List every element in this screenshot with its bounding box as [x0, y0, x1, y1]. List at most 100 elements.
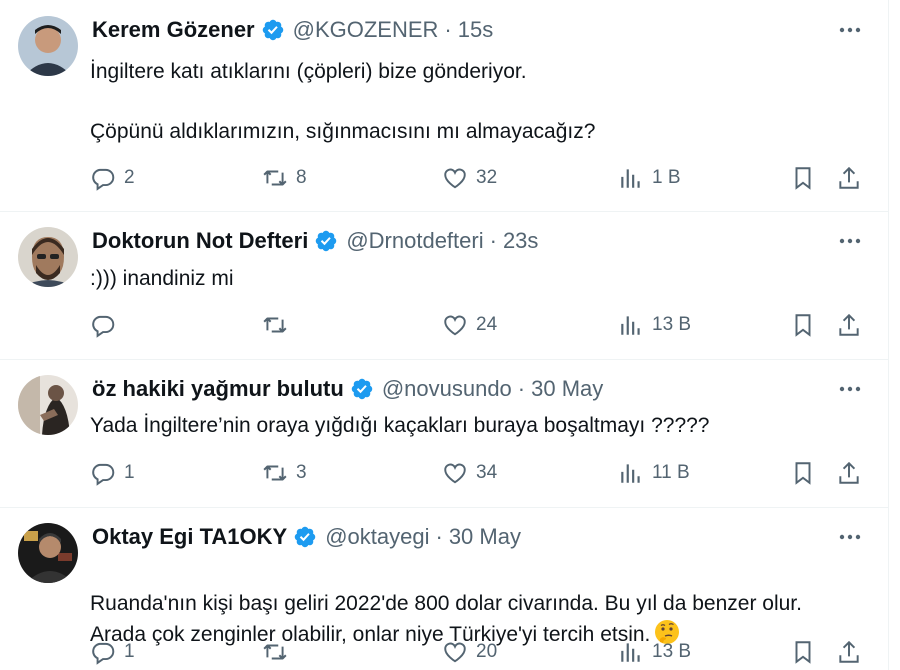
views-chart-icon	[621, 643, 640, 662]
like-count: 24	[476, 314, 498, 335]
author-name[interactable]: Kerem Gözener	[92, 17, 255, 43]
reply-icon	[92, 315, 115, 338]
bookmark-button[interactable]	[790, 310, 816, 340]
verified-badge-icon	[262, 19, 283, 41]
timestamp[interactable]: 23s	[503, 228, 538, 254]
retweet-button[interactable]: 8	[262, 163, 307, 193]
retweet-icon	[263, 170, 287, 186]
bookmark-button[interactable]	[790, 458, 816, 488]
author-handle[interactable]: @oktayegi	[325, 524, 429, 550]
views-button[interactable]: 1 B	[618, 163, 681, 193]
views-chart-icon	[621, 464, 640, 483]
share-icon	[839, 166, 859, 189]
retweet-icon	[263, 465, 287, 481]
separator-dot: ·	[489, 228, 497, 253]
view-count: 13 B	[652, 314, 692, 335]
author-name[interactable]: öz hakiki yağmur bulutu	[92, 376, 344, 402]
bookmark-icon	[795, 641, 811, 664]
retweet-icon	[263, 644, 287, 660]
author-name[interactable]: Oktay Egi TA1OKY	[92, 524, 287, 550]
view-count: 11 B	[652, 462, 690, 483]
bookmark-icon	[795, 462, 811, 485]
reply-count: 1	[124, 641, 135, 662]
retweet-button[interactable]: 3	[262, 458, 307, 488]
heart-icon	[444, 315, 466, 336]
more-options-icon[interactable]	[836, 377, 864, 401]
bookmark-icon	[795, 314, 811, 337]
avatar[interactable]	[18, 227, 78, 287]
heart-icon	[444, 463, 466, 484]
share-button[interactable]	[836, 163, 862, 193]
reply-button[interactable]: 1	[90, 458, 135, 488]
like-count: 32	[476, 167, 498, 188]
view-count: 13 B	[652, 641, 692, 662]
bookmark-icon	[795, 167, 811, 190]
like-count: 34	[476, 462, 498, 483]
like-button[interactable]: 32	[442, 163, 497, 193]
reply-icon	[92, 642, 115, 665]
tweet[interactable]: Kerem Gözener @KGOZENER · 15s İngiltere …	[0, 0, 888, 212]
like-button[interactable]: 24	[442, 310, 497, 340]
avatar[interactable]	[18, 16, 78, 76]
reply-button[interactable]	[90, 310, 124, 340]
action-bar: 1 3 34 11 B	[90, 458, 870, 488]
author-handle[interactable]: @novusundo	[382, 376, 512, 402]
tweet-text: Yada İngiltere’nin oraya yığdığı kaçakla…	[90, 414, 710, 437]
reply-count: 1	[124, 462, 135, 483]
share-icon	[839, 640, 859, 663]
verified-badge-icon	[316, 230, 337, 252]
reply-button[interactable]: 2	[90, 163, 135, 193]
share-icon	[839, 313, 859, 336]
tweet[interactable]: öz hakiki yağmur bulutu @novusundo · 30 …	[0, 359, 888, 508]
tweet-text: İngiltere katı atıklarını (çöpleri) bize…	[90, 60, 596, 143]
verified-badge-icon	[351, 378, 373, 400]
views-chart-icon	[621, 169, 640, 188]
retweet-count: 8	[296, 167, 307, 188]
timestamp[interactable]: 15s	[458, 17, 493, 43]
timestamp[interactable]: 30 May	[531, 376, 603, 402]
views-button[interactable]: 13 B	[618, 310, 691, 340]
retweet-button[interactable]	[262, 637, 296, 667]
reply-icon	[92, 463, 115, 486]
like-button[interactable]: 34	[442, 458, 497, 488]
heart-icon	[444, 168, 466, 189]
author-handle[interactable]: @Drnotdefteri	[346, 228, 483, 254]
action-bar: 24 13 B	[90, 310, 870, 340]
author-handle[interactable]: @KGOZENER	[293, 17, 439, 43]
separator-dot: ·	[517, 376, 526, 401]
more-options-icon[interactable]	[836, 229, 864, 253]
share-button[interactable]	[836, 310, 862, 340]
bookmark-button[interactable]	[790, 163, 816, 193]
tweet-text: :))) inandiniz mi	[90, 267, 234, 290]
views-button[interactable]: 11 B	[618, 458, 690, 488]
action-bar: 1 20 13 B	[90, 637, 870, 667]
reply-count: 2	[124, 167, 135, 188]
tweet[interactable]: Doktorun Not Defteri @Drnotdefteri · 23s…	[0, 211, 888, 360]
share-button[interactable]	[836, 637, 862, 667]
more-options-icon[interactable]	[836, 18, 864, 42]
retweet-count: 3	[296, 462, 307, 483]
views-button[interactable]: 13 B	[618, 637, 691, 667]
share-icon	[839, 461, 859, 484]
tweet-feed: Kerem Gözener @KGOZENER · 15s İngiltere …	[0, 0, 889, 670]
reply-button[interactable]: 1	[90, 637, 135, 667]
tweet[interactable]: Oktay Egi TA1OKY @oktayegi · 30 May Ruan…	[0, 507, 888, 670]
avatar[interactable]	[18, 375, 78, 435]
heart-icon	[444, 642, 466, 663]
timestamp[interactable]: 30 May	[449, 524, 521, 550]
views-chart-icon	[621, 316, 640, 335]
view-count: 1 B	[652, 167, 681, 188]
separator-dot: ·	[435, 524, 443, 549]
retweet-icon	[263, 317, 287, 333]
action-bar: 2 8 32 1 B	[90, 163, 870, 193]
like-button[interactable]: 20	[442, 637, 497, 667]
share-button[interactable]	[836, 458, 862, 488]
more-options-icon[interactable]	[836, 525, 864, 549]
separator-dot: ·	[444, 17, 452, 42]
avatar[interactable]	[18, 523, 78, 583]
author-name[interactable]: Doktorun Not Defteri	[92, 228, 308, 254]
bookmark-button[interactable]	[790, 637, 816, 667]
verified-badge-icon	[294, 526, 316, 548]
like-count: 20	[476, 641, 498, 662]
retweet-button[interactable]	[262, 310, 296, 340]
